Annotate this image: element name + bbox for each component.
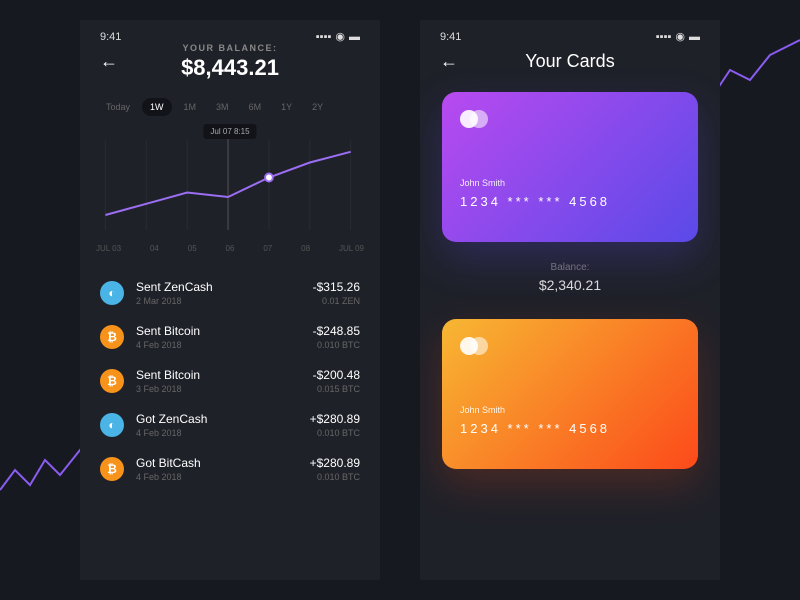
status-icons: ▪▪▪▪ ◉ ▬ [316, 30, 360, 43]
mastercard-icon [460, 110, 680, 128]
tx-amount: -$315.26 [313, 280, 360, 294]
tx-amount: +$280.89 [310, 456, 360, 470]
battery-icon: ▬ [349, 31, 360, 43]
range-tab-3m[interactable]: 3M [208, 98, 237, 116]
balance-label: YOUR BALANCE: [181, 43, 279, 53]
tx-title: Sent ZenCash [136, 280, 313, 294]
btc-icon: ₿ [100, 325, 124, 349]
card-holder: John Smith [460, 178, 680, 188]
range-tabs: Today1W1M3M6M1Y2Y [80, 80, 380, 120]
card-balance-block: Balance: $2,340.21 [442, 242, 698, 319]
tx-date: 4 Feb 2018 [136, 340, 313, 350]
balance-amount: $8,443.21 [181, 55, 279, 81]
tx-unit: 0.01 ZEN [313, 296, 360, 306]
tx-unit: 0.010 BTC [310, 428, 360, 438]
card-number: 1234 *** *** 4568 [460, 421, 680, 436]
tx-title: Got ZenCash [136, 412, 310, 426]
range-tab-1m[interactable]: 1M [176, 98, 205, 116]
balance-screen: 9:41 ▪▪▪▪ ◉ ▬ ← YOUR BALANCE: $8,443.21 … [80, 20, 380, 580]
page-title: Your Cards [525, 51, 614, 72]
header: ← YOUR BALANCE: $8,443.21 [80, 47, 380, 80]
range-tab-1w[interactable]: 1W [142, 98, 172, 116]
x-tick: 06 [226, 244, 235, 253]
tx-unit: 0.010 BTC [310, 472, 360, 482]
back-button[interactable]: ← [440, 51, 458, 72]
card-number: 1234 *** *** 4568 [460, 194, 680, 209]
transaction-row[interactable]: ◐ Got ZenCash 4 Feb 2018+$280.89 0.010 BTC [100, 403, 360, 447]
range-tab-2y[interactable]: 2Y [304, 98, 331, 116]
signal-icon: ▪▪▪▪ [316, 31, 332, 43]
transaction-row[interactable]: ₿ Sent Bitcoin 3 Feb 2018-$200.48 0.015 BTC [100, 359, 360, 403]
tx-title: Sent Bitcoin [136, 324, 313, 338]
tx-date: 2 Mar 2018 [136, 296, 313, 306]
range-tab-today[interactable]: Today [98, 98, 138, 116]
zen-icon: ◐ [100, 281, 124, 305]
tx-amount: -$248.85 [313, 324, 360, 338]
x-tick: JUL 09 [339, 244, 364, 253]
cards-screen: 9:41 ▪▪▪▪ ◉ ▬ ← Your Cards John Smith 12… [420, 20, 720, 580]
transaction-row[interactable]: ₿ Sent Bitcoin 4 Feb 2018-$248.85 0.010 BTC [100, 315, 360, 359]
credit-card-purple[interactable]: John Smith 1234 *** *** 4568 [442, 92, 698, 242]
status-time: 9:41 [440, 31, 461, 43]
balance-chart[interactable]: Jul 07 8:15 [84, 120, 376, 244]
battery-icon: ▬ [689, 31, 700, 43]
status-bar: 9:41 ▪▪▪▪ ◉ ▬ [420, 20, 720, 47]
btc-icon: ₿ [100, 369, 124, 393]
transaction-row[interactable]: ₿ Got BitCash 4 Feb 2018+$280.89 0.010 BTC [100, 447, 360, 491]
header: ← Your Cards [420, 47, 720, 80]
zen-icon: ◐ [100, 413, 124, 437]
wifi-icon: ◉ [335, 30, 345, 43]
chart-x-axis: JUL 03 04 05 06 07 08 JUL 09 [80, 244, 380, 263]
tx-title: Sent Bitcoin [136, 368, 313, 382]
x-tick: 04 [150, 244, 159, 253]
tx-amount: +$280.89 [310, 412, 360, 426]
range-tab-1y[interactable]: 1Y [273, 98, 300, 116]
card-holder: John Smith [460, 405, 680, 415]
btc-icon: ₿ [100, 457, 124, 481]
card-balance-amount: $2,340.21 [442, 277, 698, 293]
status-time: 9:41 [100, 31, 121, 43]
x-tick: 05 [188, 244, 197, 253]
signal-icon: ▪▪▪▪ [656, 31, 672, 43]
back-button[interactable]: ← [100, 51, 118, 72]
tx-unit: 0.015 BTC [313, 384, 360, 394]
tx-date: 4 Feb 2018 [136, 428, 310, 438]
x-tick: 07 [263, 244, 272, 253]
tx-title: Got BitCash [136, 456, 310, 470]
card-balance-label: Balance: [442, 262, 698, 273]
tx-date: 3 Feb 2018 [136, 384, 313, 394]
tx-unit: 0.010 BTC [313, 340, 360, 350]
range-tab-6m[interactable]: 6M [241, 98, 270, 116]
transaction-list: ◐ Sent ZenCash 2 Mar 2018-$315.26 0.01 ZEN ₿… [80, 263, 380, 491]
credit-card-orange[interactable]: John Smith 1234 *** *** 4568 [442, 319, 698, 469]
transaction-row[interactable]: ◐ Sent ZenCash 2 Mar 2018-$315.26 0.01 ZEN [100, 271, 360, 315]
mastercard-icon [460, 337, 680, 355]
status-icons: ▪▪▪▪ ◉ ▬ [656, 30, 700, 43]
x-tick: 08 [301, 244, 310, 253]
tx-date: 4 Feb 2018 [136, 472, 310, 482]
x-tick: JUL 03 [96, 244, 121, 253]
tx-amount: -$200.48 [313, 368, 360, 382]
wifi-icon: ◉ [675, 30, 685, 43]
chart-tooltip: Jul 07 8:15 [203, 124, 256, 139]
